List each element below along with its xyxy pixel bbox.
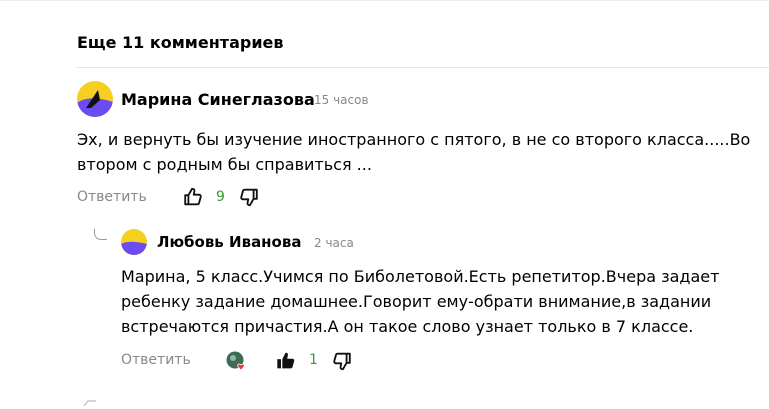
- comment-time: 2 часа: [314, 236, 354, 250]
- avatar-logo-icon: [77, 81, 113, 117]
- likes-count: 1: [309, 352, 318, 368]
- top-divider: [0, 0, 769, 1]
- thumb-down-outline-icon[interactable]: [331, 350, 353, 376]
- comment-author[interactable]: Любовь Иванова: [157, 233, 301, 251]
- divider: [77, 67, 769, 68]
- comment-text: Эх, и вернуть бы изучение иностранного с…: [77, 130, 751, 174]
- thumb-down-outline-icon[interactable]: [238, 186, 260, 212]
- next-comment-stub: [82, 398, 102, 407]
- thumb-up-outline-icon[interactable]: [182, 186, 204, 212]
- reply-button[interactable]: Ответить: [121, 352, 191, 368]
- avatar-logo-icon: [121, 229, 147, 255]
- reply-thread-line: [94, 229, 107, 240]
- comment-time: 15 часов: [314, 93, 369, 107]
- avatar[interactable]: [77, 81, 113, 117]
- likes-count: 9: [216, 189, 225, 205]
- avatar-heart-reaction-icon[interactable]: [226, 351, 246, 371]
- reply-button[interactable]: Ответить: [77, 189, 147, 205]
- thumb-up-filled-icon[interactable]: [275, 350, 297, 376]
- avatar[interactable]: [121, 229, 147, 255]
- comment-author[interactable]: Марина Синеглазова: [121, 90, 315, 109]
- comment-text: Марина, 5 класс.Учимся по Биболетовой.Ес…: [121, 267, 720, 336]
- more-comments-link[interactable]: Еще 11 комментариев: [77, 33, 284, 52]
